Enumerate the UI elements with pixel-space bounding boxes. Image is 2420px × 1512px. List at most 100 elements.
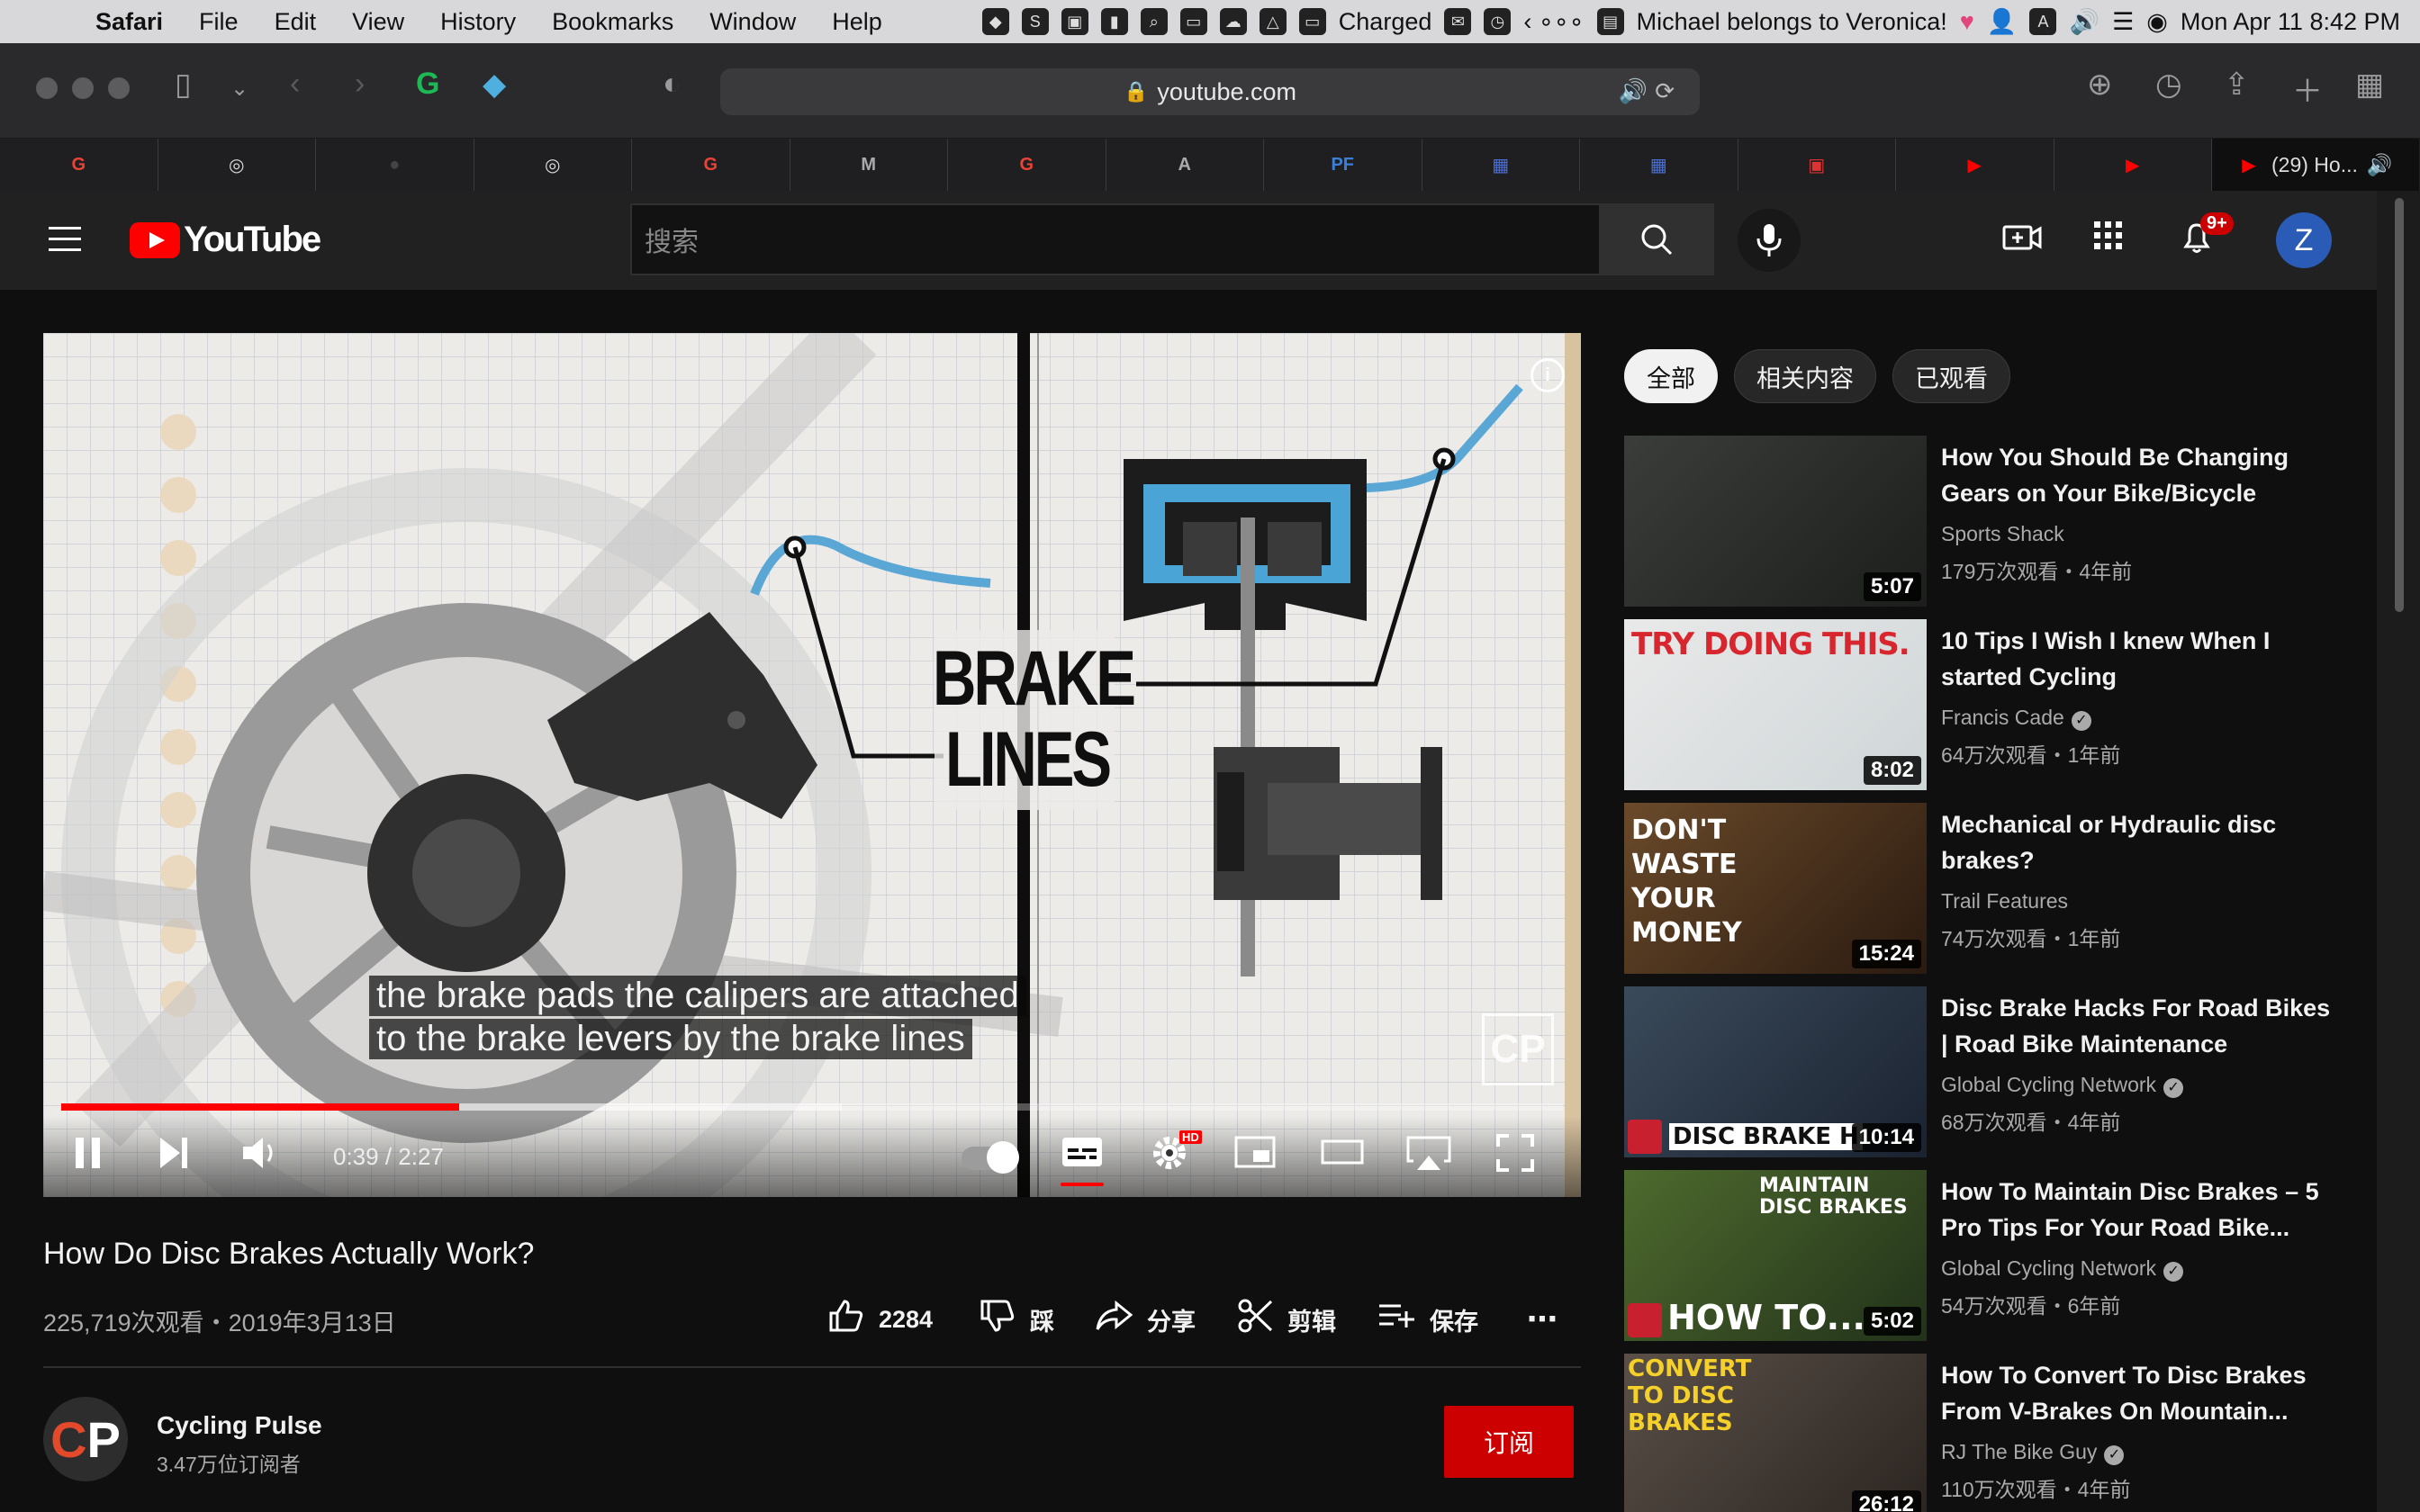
like-button[interactable]: 2284 [828, 1299, 933, 1339]
menu-icon[interactable] [49, 227, 81, 259]
menu-view[interactable]: View [352, 8, 404, 36]
recommended-video[interactable]: CONVERT TO DISC BRAKES 26:12 How To Conver… [1624, 1354, 2344, 1512]
volume-status-icon[interactable]: 🔊 [2069, 7, 2099, 36]
downloads-icon[interactable]: ⊕ [2087, 67, 2113, 103]
apps-grid-icon[interactable] [2092, 220, 2125, 261]
address-bar-actions[interactable]: 🔊⟳ [1619, 77, 1682, 105]
recommended-video-title[interactable]: Disc Brake Hacks For Road Bikes | Road B… [1941, 990, 2337, 1062]
browser-tab[interactable]: G [632, 139, 790, 191]
recommended-video-channel[interactable]: RJ The Bike Guy ✓ [1941, 1440, 2125, 1465]
grammarly-extension-icon[interactable]: G [416, 67, 439, 102]
browser-tab[interactable]: ▶ [1896, 139, 2054, 191]
chip-related[interactable]: 相关内容 [1734, 349, 1876, 403]
menu-edit[interactable]: Edit [275, 8, 317, 36]
recommended-video-title[interactable]: 10 Tips I Wish I knew When I started Cyc… [1941, 623, 2337, 695]
history-icon[interactable]: ◷ [2155, 67, 2182, 103]
search-status-icon[interactable]: ⌕ [1140, 8, 1168, 35]
now-playing-icon[interactable]: ▤ [1596, 8, 1624, 35]
recommended-video-channel[interactable]: Trail Features [1941, 889, 2068, 914]
menu-help[interactable]: Help [832, 8, 882, 36]
now-playing-song[interactable]: Michael belongs to Veronica! [1637, 8, 1947, 36]
browser-tab[interactable]: M [790, 139, 948, 191]
recommended-video-title[interactable]: How To Convert To Disc Brakes From V-Bra… [1941, 1357, 2337, 1429]
close-window-button[interactable] [36, 77, 58, 99]
channel-name[interactable]: Cycling Pulse [157, 1411, 322, 1440]
share-icon[interactable]: ⇪ [2224, 67, 2250, 103]
recommended-video-channel[interactable]: Global Cycling Network ✓ [1941, 1073, 2184, 1098]
address-bar[interactable]: 🔒 youtube.com 🔊⟳ [720, 68, 1700, 115]
recommended-video[interactable]: HOW TO... MAINTAIN DISC BRAKES 5:02 How To … [1624, 1170, 2344, 1341]
dislike-button[interactable]: 踩 [980, 1300, 1054, 1339]
video-thumbnail[interactable]: HOW TO... MAINTAIN DISC BRAKES 5:02 [1624, 1170, 1927, 1341]
video-info-card-icon[interactable]: i [1531, 358, 1565, 392]
browser-tab[interactable]: PF [1264, 139, 1422, 191]
recommended-video-channel[interactable]: Francis Cade ✓ [1941, 706, 2091, 731]
wechat-status-icon[interactable]: ✉ [1444, 8, 1472, 35]
active-browser-tab[interactable]: ▶ (29) Ho... 🔊 [2212, 139, 2419, 191]
recommended-video[interactable]: DISC BRAKE H 10:14 Disc Brake Hacks For Ro… [1624, 986, 2344, 1157]
menu-file[interactable]: File [199, 8, 239, 36]
youtube-logo[interactable]: YouTube [130, 220, 321, 260]
tab-audio-icon[interactable]: 🔊 [2367, 153, 2393, 177]
video-thumbnail[interactable]: TRY DOING THIS. 8:02 [1624, 619, 1927, 790]
browser-tab[interactable]: A [1106, 139, 1264, 191]
video-thumbnail[interactable]: DISC BRAKE H 10:14 [1624, 986, 1927, 1157]
back-icon[interactable]: ‹ [290, 67, 300, 102]
video-status-icon[interactable]: ▣ [1061, 8, 1088, 35]
chevron-down-icon[interactable]: ⌄ [230, 76, 248, 102]
browser-tab[interactable]: ◎ [158, 139, 316, 191]
search-button[interactable] [1599, 203, 1714, 275]
browser-tab[interactable]: G [0, 139, 158, 191]
browser-tab[interactable]: ▦ [1580, 139, 1738, 191]
video-thumbnail[interactable]: CONVERT TO DISC BRAKES 26:12 [1624, 1354, 1927, 1512]
create-video-icon[interactable] [2002, 220, 2042, 265]
minimize-window-button[interactable] [72, 77, 94, 99]
browser-tab[interactable]: ▦ [1422, 139, 1580, 191]
search-input[interactable]: 搜索 [630, 203, 1601, 275]
screen-status-icon[interactable]: ▭ [1179, 8, 1207, 35]
video-player[interactable]: BRAKE LINES i CP the brake pads the cali… [43, 333, 1581, 1197]
new-tab-icon[interactable]: ＋ [2292, 67, 2323, 111]
recommended-video[interactable]: DON'T WASTE YOUR MONEY 15:24 Mechanical or… [1624, 803, 2344, 974]
voice-search-button[interactable] [1738, 209, 1801, 272]
recommended-video-title[interactable]: Mechanical or Hydraulic disc brakes? [1941, 806, 2337, 878]
recommended-video[interactable]: 5:07 How You Should Be Changing Gears on … [1624, 436, 2344, 607]
control-center-icon[interactable]: ☰ [2112, 8, 2134, 36]
browser-tab[interactable]: ◎ [474, 139, 632, 191]
autoplay-toggle[interactable] [962, 1141, 1019, 1174]
browser-tab[interactable]: ▶ [2054, 139, 2212, 191]
chip-all[interactable]: 全部 [1624, 349, 1718, 403]
recommended-video-channel[interactable]: Sports Shack [1941, 522, 2064, 546]
menu-window[interactable]: Window [709, 8, 796, 36]
shield-status-icon[interactable]: ◆ [981, 8, 1009, 35]
recommended-video[interactable]: TRY DOING THIS. 8:02 10 Tips I Wish I knew… [1624, 619, 2344, 790]
cloud-status-icon[interactable]: ☁ [1219, 8, 1247, 35]
browser-tab[interactable]: G [948, 139, 1106, 191]
drive-status-icon[interactable]: △ [1259, 8, 1287, 35]
tab-overview-icon[interactable]: ▦ [2355, 67, 2384, 103]
recommended-video-title[interactable]: How You Should Be Changing Gears on Your… [1941, 439, 2337, 511]
input-source-icon[interactable]: A [2029, 8, 2057, 35]
video-progress-bar[interactable] [61, 1103, 1563, 1111]
channel-avatar[interactable]: CP [43, 1397, 128, 1481]
battery-status[interactable]: Charged [1339, 8, 1432, 36]
privacy-report-icon[interactable]: ◐ [663, 67, 682, 102]
media-prev-icon[interactable]: ‹ ∘∘∘ [1523, 8, 1584, 36]
menu-bookmarks[interactable]: Bookmarks [552, 8, 673, 36]
channel-watermark[interactable]: CP [1482, 1013, 1554, 1085]
user-icon[interactable]: 👤 [1987, 7, 2018, 36]
video-thumbnail[interactable]: 5:07 [1624, 436, 1927, 607]
bookmark-extension-icon[interactable]: ◆ [483, 67, 506, 103]
page-scrollbar-thumb[interactable] [2395, 198, 2404, 612]
app-menu-safari[interactable]: Safari [95, 8, 163, 36]
browser-tab[interactable]: ▣ [1738, 139, 1896, 191]
zoom-window-button[interactable] [108, 77, 130, 99]
more-actions-button[interactable]: ⋯ [1527, 1300, 1558, 1339]
share-button[interactable]: 分享 [1095, 1300, 1196, 1339]
browser-tab[interactable]: ● [316, 139, 474, 191]
menu-history[interactable]: History [440, 8, 516, 36]
battery-icon[interactable]: ▭ [1298, 8, 1326, 35]
clock[interactable]: Mon Apr 11 8:42 PM [2181, 8, 2400, 36]
chip-watched[interactable]: 已观看 [1892, 349, 2010, 403]
clip-button[interactable]: 剪辑 [1237, 1299, 1336, 1339]
